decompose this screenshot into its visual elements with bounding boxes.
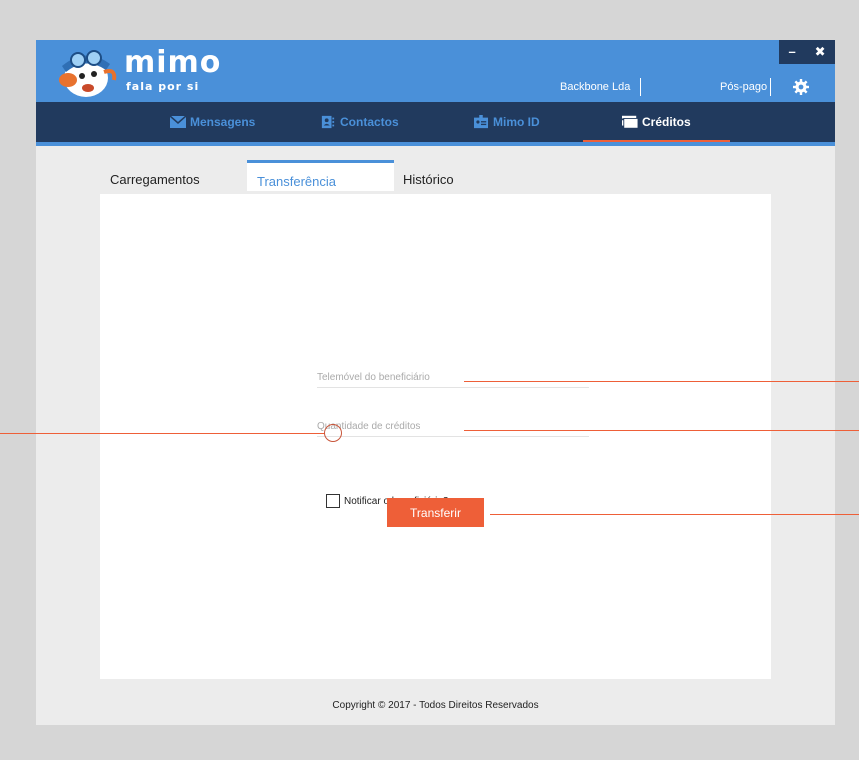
nav-accent-line bbox=[36, 142, 835, 146]
nav-item-label: Mimo ID bbox=[493, 115, 540, 129]
callout-line bbox=[464, 381, 859, 382]
nav-item-label: Contactos bbox=[340, 115, 399, 129]
brand-tagline: fala por si bbox=[126, 80, 200, 93]
plan-label[interactable]: Pós-pago bbox=[720, 76, 767, 98]
nav-item-mensagens[interactable]: Mensagens bbox=[170, 102, 255, 142]
main-nav: Mensagens Contactos Mimo ID Créditos bbox=[36, 102, 835, 144]
nav-item-mimo-id[interactable]: Mimo ID bbox=[473, 102, 540, 142]
tab-transferencia[interactable]: Transferência bbox=[247, 160, 394, 191]
credits-tabs: Carregamentos Transferência Histórico bbox=[100, 160, 771, 194]
beneficiary-phone-input[interactable] bbox=[317, 367, 589, 388]
nav-item-contactos[interactable]: Contactos bbox=[320, 102, 399, 142]
header-divider bbox=[770, 78, 771, 96]
contacts-icon bbox=[321, 115, 335, 129]
nav-item-label: Créditos bbox=[642, 115, 691, 129]
tab-historico[interactable]: Histórico bbox=[403, 160, 454, 194]
callout-line bbox=[464, 430, 859, 431]
close-button[interactable]: ✖ bbox=[815, 40, 826, 64]
footer-copyright: Copyright © 2017 - Todos Direitos Reserv… bbox=[332, 700, 539, 711]
notify-checkbox[interactable] bbox=[326, 494, 340, 508]
app-header: mimo fala por si – ✖ Backbone Lda Pós-pa… bbox=[36, 40, 835, 102]
gear-icon[interactable] bbox=[793, 79, 809, 95]
tab-carregamentos[interactable]: Carregamentos bbox=[110, 160, 200, 194]
nav-item-creditos[interactable]: Créditos bbox=[622, 102, 691, 142]
app-window: mimo fala por si – ✖ Backbone Lda Pós-pa… bbox=[36, 40, 835, 725]
callout-line bbox=[490, 514, 859, 515]
callout-ring bbox=[324, 424, 342, 442]
account-name[interactable]: Backbone Lda bbox=[560, 76, 630, 98]
credit-card-icon bbox=[622, 115, 638, 129]
transfer-panel: Notificar o beneficiário? Transferir bbox=[100, 194, 771, 679]
header-divider bbox=[640, 78, 641, 96]
id-card-icon bbox=[474, 115, 488, 129]
brand-name: mimo bbox=[124, 45, 222, 80]
callout-line bbox=[0, 433, 325, 434]
nav-item-label: Mensagens bbox=[190, 115, 256, 129]
window-controls: – ✖ bbox=[779, 40, 835, 64]
mascot-logo-icon bbox=[59, 50, 117, 97]
envelope-icon bbox=[170, 115, 186, 128]
credits-amount-input[interactable] bbox=[317, 416, 589, 437]
transfer-button[interactable]: Transferir bbox=[387, 498, 484, 527]
minimize-button[interactable]: – bbox=[788, 40, 795, 64]
